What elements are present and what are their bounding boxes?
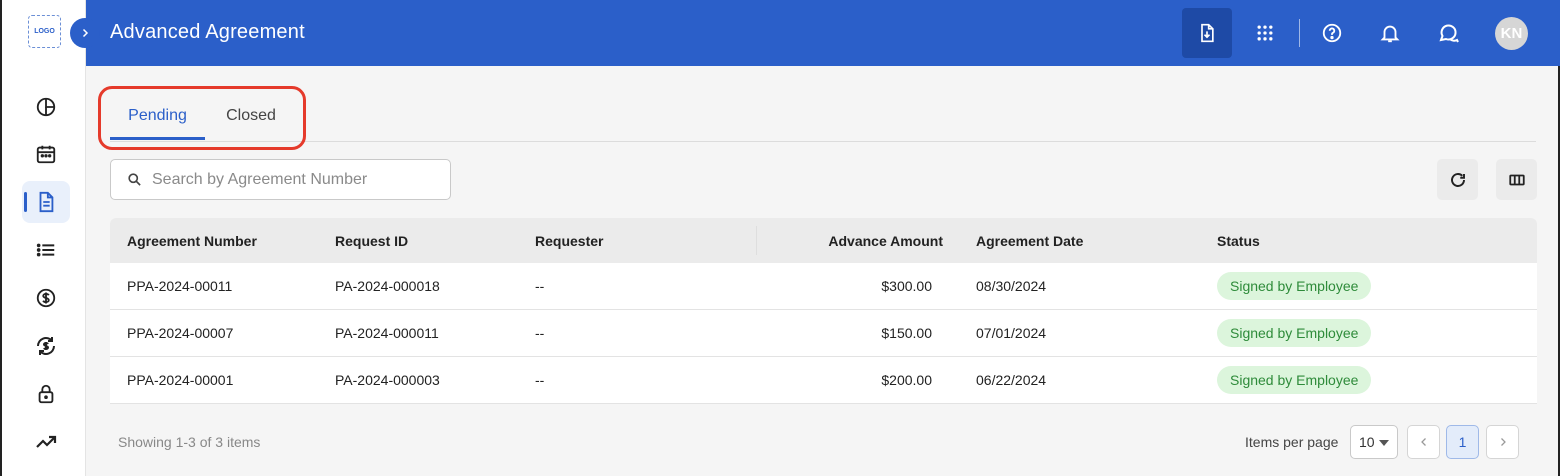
sidebar-item-list[interactable]: [22, 229, 70, 271]
status-badge: Signed by Employee: [1217, 272, 1372, 300]
agreements-table: Agreement Number Request ID Requester Ad…: [110, 218, 1537, 404]
status-cell: Signed by Employee: [1217, 357, 1372, 403]
table-header: Agreement Number Request ID Requester Ad…: [110, 218, 1537, 263]
search-input[interactable]: [152, 169, 442, 191]
items-per-page-select[interactable]: 10: [1350, 425, 1398, 459]
chevron-right-icon: [82, 28, 89, 38]
pie-chart-icon: [36, 97, 56, 117]
chevron-right-icon: [1500, 438, 1506, 446]
advance-amount-cell: $150.00: [881, 325, 932, 341]
lock-icon: [38, 384, 54, 404]
sidebar-collapse-button[interactable]: [70, 18, 100, 48]
column-header-advance-amount[interactable]: Advance Amount: [828, 218, 943, 263]
status-badge: Signed by Employee: [1217, 366, 1372, 394]
items-per-page-label: Items per page: [1245, 434, 1339, 450]
chat-icon: [1439, 24, 1459, 43]
currency-exchange-icon: [37, 337, 55, 355]
sidebar-item-reports[interactable]: [22, 421, 70, 463]
chat-button[interactable]: [1424, 8, 1474, 58]
agreement-number-cell: PPA-2024-00007: [127, 325, 234, 341]
previous-page-button[interactable]: [1407, 425, 1440, 459]
status-badge: Signed by Employee: [1217, 319, 1372, 347]
requester-cell: --: [535, 372, 545, 388]
user-avatar[interactable]: KN: [1495, 17, 1528, 50]
refresh-icon: [1450, 172, 1465, 187]
trending-up-icon: [36, 435, 57, 448]
agreement-number-cell: PPA-2024-00001: [127, 372, 234, 388]
agreement-date-cell: 07/01/2024: [976, 325, 1047, 341]
list-icon: [36, 243, 55, 257]
column-header-status[interactable]: Status: [1217, 218, 1260, 263]
chevron-left-icon: [1420, 438, 1426, 446]
column-settings-button[interactable]: [1496, 159, 1537, 200]
agreement-date-cell: 08/30/2024: [976, 278, 1047, 294]
request-id-cell: PA-2024-000003: [335, 372, 440, 388]
sidebar-item-dashboard[interactable]: [22, 86, 70, 128]
bell-icon: [1380, 25, 1400, 43]
download-agreement-button[interactable]: [1182, 8, 1232, 58]
sidebar: LOGO: [0, 0, 86, 476]
header-divider: [1299, 19, 1300, 47]
notifications-button[interactable]: [1365, 8, 1415, 58]
agreement-date-cell: 06/22/2024: [976, 372, 1047, 388]
column-header-requester[interactable]: Requester: [535, 218, 603, 263]
refresh-button[interactable]: [1437, 159, 1478, 200]
column-separator: [756, 226, 757, 255]
pagination-summary: Showing 1-3 of 3 items: [118, 434, 261, 450]
requester-cell: --: [535, 325, 545, 341]
column-header-request-id[interactable]: Request ID: [335, 218, 408, 263]
logo: LOGO: [28, 15, 61, 48]
sidebar-item-exchange[interactable]: [22, 325, 70, 367]
request-id-cell: PA-2024-000018: [335, 278, 440, 294]
sidebar-item-calendar[interactable]: [22, 133, 70, 175]
tabs-divider: [110, 141, 1536, 142]
advance-amount-cell: $300.00: [881, 278, 932, 294]
download-document-icon: [1201, 23, 1214, 43]
agreement-number-cell: PPA-2024-00011: [127, 278, 233, 294]
search-box[interactable]: [110, 159, 451, 200]
column-header-agreement-date[interactable]: Agreement Date: [976, 218, 1083, 263]
items-per-page-value: 10: [1359, 434, 1375, 450]
document-icon: [39, 191, 54, 213]
table-row[interactable]: PPA-2024-00011 PA-2024-000018 -- $300.00…: [110, 263, 1537, 310]
search-icon: [128, 173, 141, 186]
sidebar-item-payments[interactable]: [22, 277, 70, 319]
table-row[interactable]: PPA-2024-00007 PA-2024-000011 -- $150.00…: [110, 310, 1537, 357]
request-id-cell: PA-2024-000011: [335, 325, 439, 341]
help-button[interactable]: [1307, 8, 1357, 58]
dollar-icon: [36, 288, 56, 308]
highlight-annotation: [98, 86, 306, 150]
sidebar-item-security[interactable]: [22, 373, 70, 415]
columns-icon: [1508, 174, 1525, 185]
status-cell: Signed by Employee: [1217, 263, 1372, 309]
column-header-agreement-number[interactable]: Agreement Number: [127, 218, 257, 263]
table-row[interactable]: PPA-2024-00001 PA-2024-000003 -- $200.00…: [110, 357, 1537, 404]
next-page-button[interactable]: [1486, 425, 1519, 459]
requester-cell: --: [535, 278, 545, 294]
sidebar-item-agreements[interactable]: [22, 181, 70, 223]
app-header: Advanced Agreement KN: [86, 0, 1560, 66]
page-button-1[interactable]: 1: [1446, 425, 1479, 459]
caret-down-icon: [1379, 440, 1389, 446]
advance-amount-cell: $200.00: [881, 372, 932, 388]
apps-button[interactable]: [1240, 8, 1290, 58]
page-title: Advanced Agreement: [110, 21, 305, 43]
status-cell: Signed by Employee: [1217, 310, 1372, 356]
calendar-icon: [36, 145, 56, 164]
help-icon: [1322, 23, 1342, 43]
apps-grid-icon: [1257, 25, 1273, 41]
